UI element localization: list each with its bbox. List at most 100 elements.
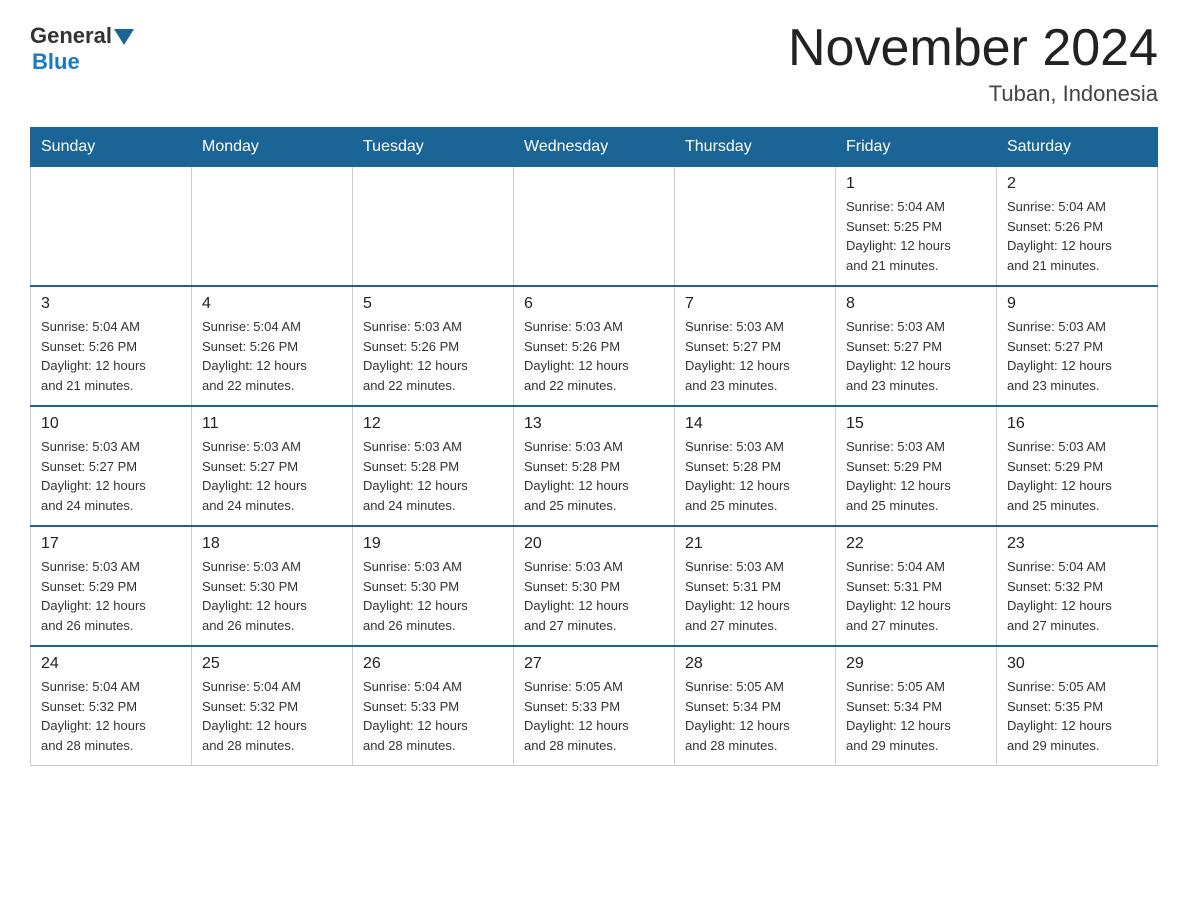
calendar-cell: 13Sunrise: 5:03 AMSunset: 5:28 PMDayligh…: [514, 406, 675, 526]
calendar-cell: [192, 167, 353, 287]
day-number: 21: [685, 535, 825, 553]
day-number: 4: [202, 295, 342, 313]
calendar-header-row: SundayMondayTuesdayWednesdayThursdayFrid…: [31, 128, 1158, 167]
day-info: Sunrise: 5:03 AMSunset: 5:28 PMDaylight:…: [685, 437, 825, 515]
day-number: 5: [363, 295, 503, 313]
calendar-cell: [514, 167, 675, 287]
day-info: Sunrise: 5:03 AMSunset: 5:27 PMDaylight:…: [41, 437, 181, 515]
day-info: Sunrise: 5:03 AMSunset: 5:28 PMDaylight:…: [363, 437, 503, 515]
logo-blue-text: Blue: [32, 49, 80, 75]
calendar-cell: 25 Sunrise: 5:04 AMSunset: 5:32 PMDayligh…: [192, 646, 353, 766]
calendar-cell: 15Sunrise: 5:03 AMSunset: 5:29 PMDayligh…: [836, 406, 997, 526]
day-number: 18: [202, 535, 342, 553]
weekday-header-friday: Friday: [836, 128, 997, 167]
day-number: 8: [846, 295, 986, 313]
calendar-cell: 27 Sunrise: 5:05 AMSunset: 5:33 PMDayligh…: [514, 646, 675, 766]
day-info: Sunrise: 5:03 AMSunset: 5:31 PMDaylight:…: [685, 557, 825, 635]
calendar-cell: 16 Sunrise: 5:03 AMSunset: 5:29 PMDayligh…: [997, 406, 1158, 526]
day-number: 19: [363, 535, 503, 553]
month-title: November 2024: [788, 20, 1158, 77]
calendar-cell: 12 Sunrise: 5:03 AMSunset: 5:28 PMDayligh…: [353, 406, 514, 526]
day-number: 6: [524, 295, 664, 313]
day-info: Sunrise: 5:03 AMSunset: 5:28 PMDaylight:…: [524, 437, 664, 515]
week-row-5: 24 Sunrise: 5:04 AMSunset: 5:32 PMDayligh…: [31, 646, 1158, 766]
day-info: Sunrise: 5:05 AMSunset: 5:35 PMDaylight:…: [1007, 677, 1147, 755]
day-info: Sunrise: 5:04 AMSunset: 5:32 PMDaylight:…: [41, 677, 181, 755]
calendar-cell: 22 Sunrise: 5:04 AMSunset: 5:31 PMDayligh…: [836, 526, 997, 646]
day-number: 16: [1007, 415, 1147, 433]
location-subtitle: Tuban, Indonesia: [788, 81, 1158, 107]
week-row-2: 3 Sunrise: 5:04 AMSunset: 5:26 PMDaylight…: [31, 286, 1158, 406]
day-number: 2: [1007, 175, 1147, 193]
day-info: Sunrise: 5:04 AMSunset: 5:33 PMDaylight:…: [363, 677, 503, 755]
day-info: Sunrise: 5:03 AMSunset: 5:30 PMDaylight:…: [202, 557, 342, 635]
weekday-header-saturday: Saturday: [997, 128, 1158, 167]
calendar-cell: 17 Sunrise: 5:03 AMSunset: 5:29 PMDayligh…: [31, 526, 192, 646]
day-number: 29: [846, 655, 986, 673]
weekday-header-thursday: Thursday: [675, 128, 836, 167]
calendar-cell: 28Sunrise: 5:05 AMSunset: 5:34 PMDayligh…: [675, 646, 836, 766]
day-info: Sunrise: 5:03 AMSunset: 5:27 PMDaylight:…: [685, 317, 825, 395]
calendar-cell: 3 Sunrise: 5:04 AMSunset: 5:26 PMDaylight…: [31, 286, 192, 406]
day-number: 26: [363, 655, 503, 673]
day-info: Sunrise: 5:04 AMSunset: 5:32 PMDaylight:…: [202, 677, 342, 755]
day-info: Sunrise: 5:04 AMSunset: 5:31 PMDaylight:…: [846, 557, 986, 635]
calendar-cell: 20Sunrise: 5:03 AMSunset: 5:30 PMDayligh…: [514, 526, 675, 646]
weekday-header-tuesday: Tuesday: [353, 128, 514, 167]
logo-general-text: General: [30, 25, 112, 47]
calendar-cell: 14 Sunrise: 5:03 AMSunset: 5:28 PMDayligh…: [675, 406, 836, 526]
calendar-cell: 9Sunrise: 5:03 AMSunset: 5:27 PMDaylight…: [997, 286, 1158, 406]
title-section: November 2024 Tuban, Indonesia: [788, 20, 1158, 107]
calendar-cell: 29 Sunrise: 5:05 AMSunset: 5:34 PMDayligh…: [836, 646, 997, 766]
week-row-1: 1Sunrise: 5:04 AMSunset: 5:25 PMDaylight…: [31, 167, 1158, 287]
day-number: 27: [524, 655, 664, 673]
day-number: 9: [1007, 295, 1147, 313]
calendar-cell: 5 Sunrise: 5:03 AMSunset: 5:26 PMDaylight…: [353, 286, 514, 406]
day-info: Sunrise: 5:03 AMSunset: 5:27 PMDaylight:…: [202, 437, 342, 515]
day-number: 10: [41, 415, 181, 433]
day-number: 11: [202, 415, 342, 433]
calendar-cell: 30 Sunrise: 5:05 AMSunset: 5:35 PMDayligh…: [997, 646, 1158, 766]
day-info: Sunrise: 5:03 AMSunset: 5:29 PMDaylight:…: [1007, 437, 1147, 515]
calendar-cell: 21 Sunrise: 5:03 AMSunset: 5:31 PMDayligh…: [675, 526, 836, 646]
calendar-cell: 7 Sunrise: 5:03 AMSunset: 5:27 PMDaylight…: [675, 286, 836, 406]
logo: General Blue: [30, 25, 134, 75]
day-info: Sunrise: 5:03 AMSunset: 5:27 PMDaylight:…: [846, 317, 986, 395]
day-number: 24: [41, 655, 181, 673]
day-info: Sunrise: 5:04 AMSunset: 5:25 PMDaylight:…: [846, 197, 986, 275]
calendar-cell: 8 Sunrise: 5:03 AMSunset: 5:27 PMDaylight…: [836, 286, 997, 406]
day-number: 22: [846, 535, 986, 553]
calendar-cell: 1Sunrise: 5:04 AMSunset: 5:25 PMDaylight…: [836, 167, 997, 287]
calendar-cell: 24 Sunrise: 5:04 AMSunset: 5:32 PMDayligh…: [31, 646, 192, 766]
weekday-header-monday: Monday: [192, 128, 353, 167]
calendar-cell: [31, 167, 192, 287]
day-info: Sunrise: 5:03 AMSunset: 5:26 PMDaylight:…: [363, 317, 503, 395]
weekday-header-sunday: Sunday: [31, 128, 192, 167]
calendar-cell: [675, 167, 836, 287]
day-number: 14: [685, 415, 825, 433]
day-info: Sunrise: 5:05 AMSunset: 5:34 PMDaylight:…: [846, 677, 986, 755]
day-info: Sunrise: 5:03 AMSunset: 5:30 PMDaylight:…: [363, 557, 503, 635]
day-info: Sunrise: 5:05 AMSunset: 5:33 PMDaylight:…: [524, 677, 664, 755]
calendar-table: SundayMondayTuesdayWednesdayThursdayFrid…: [30, 127, 1158, 766]
page-header: General Blue November 2024 Tuban, Indone…: [30, 20, 1158, 107]
calendar-cell: 23Sunrise: 5:04 AMSunset: 5:32 PMDayligh…: [997, 526, 1158, 646]
day-number: 15: [846, 415, 986, 433]
logo-arrow-icon: [114, 29, 134, 45]
day-info: Sunrise: 5:03 AMSunset: 5:29 PMDaylight:…: [41, 557, 181, 635]
day-number: 7: [685, 295, 825, 313]
day-number: 17: [41, 535, 181, 553]
day-number: 30: [1007, 655, 1147, 673]
day-number: 28: [685, 655, 825, 673]
calendar-cell: 11 Sunrise: 5:03 AMSunset: 5:27 PMDayligh…: [192, 406, 353, 526]
day-info: Sunrise: 5:04 AMSunset: 5:32 PMDaylight:…: [1007, 557, 1147, 635]
day-info: Sunrise: 5:04 AMSunset: 5:26 PMDaylight:…: [1007, 197, 1147, 275]
day-number: 12: [363, 415, 503, 433]
day-info: Sunrise: 5:04 AMSunset: 5:26 PMDaylight:…: [202, 317, 342, 395]
day-info: Sunrise: 5:04 AMSunset: 5:26 PMDaylight:…: [41, 317, 181, 395]
calendar-cell: 4 Sunrise: 5:04 AMSunset: 5:26 PMDaylight…: [192, 286, 353, 406]
day-number: 3: [41, 295, 181, 313]
calendar-cell: 2 Sunrise: 5:04 AMSunset: 5:26 PMDaylight…: [997, 167, 1158, 287]
calendar-cell: 18 Sunrise: 5:03 AMSunset: 5:30 PMDayligh…: [192, 526, 353, 646]
day-number: 25: [202, 655, 342, 673]
